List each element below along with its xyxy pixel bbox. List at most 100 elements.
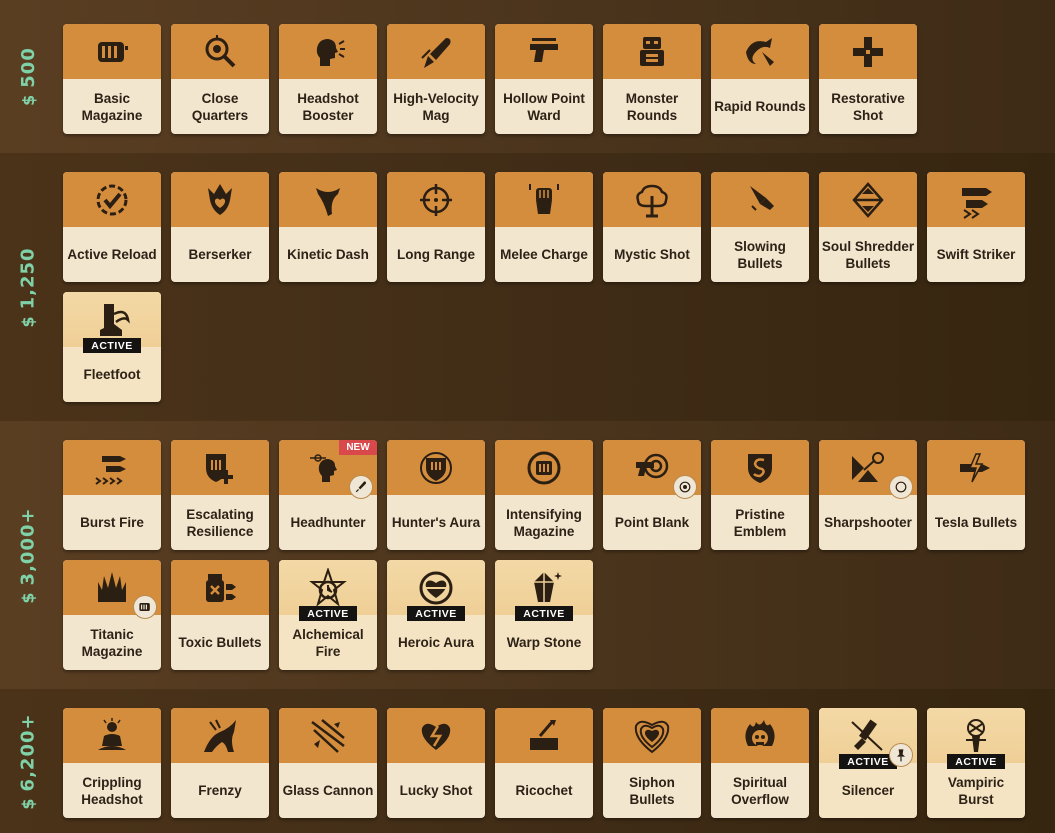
bullet-sub-icon [349, 475, 373, 499]
tier-price: 500 [17, 47, 39, 88]
tier-price-label: $1,250 [8, 153, 48, 421]
item-label: Ricochet [515, 783, 573, 798]
broken-heart-icon [387, 708, 485, 763]
item-label: Vampiric Burst [947, 774, 1005, 807]
shield-plus-icon [171, 440, 269, 495]
item-card-high-velocity-mag[interactable]: High-Velocity Mag [387, 24, 485, 134]
plus-cross-icon [819, 24, 917, 79]
item-card-frenzy[interactable]: Frenzy [171, 708, 269, 818]
item-card-long-range[interactable]: Long Range [387, 172, 485, 282]
item-label: Long Range [397, 247, 475, 262]
item-card-crippling-headshot[interactable]: Crippling Headshot [63, 708, 161, 818]
item-label: Toxic Bullets [178, 635, 262, 650]
item-card-close-quarters[interactable]: Close Quarters [171, 24, 269, 134]
tier-price-label: $6,200+ [8, 689, 48, 833]
item-label: Soul Shredder Bullets [821, 238, 915, 271]
item-label: Pristine Emblem [733, 506, 787, 539]
item-label: Melee Charge [500, 247, 588, 262]
item-label: Silencer [841, 783, 895, 798]
souls-icon: $ [18, 314, 38, 328]
item-card-headhunter[interactable]: NEW Headhunter [279, 440, 377, 550]
item-card-berserker[interactable]: Berserker [171, 172, 269, 282]
item-card-active-reload[interactable]: Active Reload [63, 172, 161, 282]
tier-price: 1,250 [17, 246, 39, 309]
item-card-swift-striker[interactable]: Swift Striker [927, 172, 1025, 282]
item-label: Basic Magazine [81, 90, 143, 123]
tier-price: 3,000+ [17, 506, 39, 585]
item-card-lucky-shot[interactable]: Lucky Shot [387, 708, 485, 818]
item-label: Burst Fire [80, 515, 144, 530]
item-label: Active Reload [67, 247, 157, 262]
active-badge: ACTIVE [299, 606, 357, 621]
active-badge: ACTIVE [947, 754, 1005, 769]
item-label: Mystic Shot [614, 247, 690, 262]
item-card-melee-charge[interactable]: Melee Charge [495, 172, 593, 282]
item-label: Sharpshooter [824, 515, 912, 530]
item-card-intensifying-magazine[interactable]: Intensifying Magazine [495, 440, 593, 550]
item-card-basic-magazine[interactable]: Basic Magazine [63, 24, 161, 134]
ricochet-icon [495, 708, 593, 763]
item-label: Headhunter [290, 515, 366, 530]
mag-cycle-icon [495, 440, 593, 495]
item-card-burst-fire[interactable]: Burst Fire [63, 440, 161, 550]
item-card-toxic-bullets[interactable]: Toxic Bullets [171, 560, 269, 670]
item-card-headshot-booster[interactable]: Headshot Booster [279, 24, 377, 134]
item-card-tesla-bullets[interactable]: Tesla Bullets [927, 440, 1025, 550]
item-card-titanic-magazine[interactable]: Titanic Magazine [63, 560, 161, 670]
item-card-mystic-shot[interactable]: Mystic Shot [603, 172, 701, 282]
item-label: Hollow Point Ward [503, 90, 585, 123]
item-card-ricochet[interactable]: Ricochet [495, 708, 593, 818]
diamond-arrows-icon [819, 172, 917, 227]
item-label: Close Quarters [191, 90, 249, 123]
burst-bullets-icon [63, 440, 161, 495]
item-label: Restorative Shot [831, 90, 905, 123]
tesla-bullet-icon [927, 440, 1025, 495]
item-card-heroic-aura[interactable]: ACTIVE Heroic Aura [387, 560, 485, 670]
magazine-icon [63, 24, 161, 79]
item-label: Spiritual Overflow [731, 774, 789, 807]
head-burst-icon [279, 24, 377, 79]
item-card-sharpshooter[interactable]: Sharpshooter [819, 440, 917, 550]
item-label: Point Blank [614, 515, 690, 530]
tier-price-label: $500 [8, 0, 48, 153]
item-card-glass-cannon[interactable]: Glass Cannon [279, 708, 377, 818]
item-card-silencer[interactable]: ACTIVE Silencer [819, 708, 917, 818]
pin-sub-icon [889, 743, 913, 767]
item-card-hollow-point-ward[interactable]: Hollow Point Ward [495, 24, 593, 134]
item-label: Monster Rounds [625, 90, 679, 123]
souls-icon: $ [18, 93, 38, 106]
item-card-siphon-bullets[interactable]: Siphon Bullets [603, 708, 701, 818]
item-card-spiritual-overflow[interactable]: Spiritual Overflow [711, 708, 809, 818]
item-card-fleetfoot[interactable]: ACTIVE Fleetfoot [63, 292, 161, 402]
item-label: Berserker [188, 247, 252, 262]
item-card-rapid-rounds[interactable]: Rapid Rounds [711, 24, 809, 134]
item-label: High-Velocity Mag [393, 90, 479, 123]
item-card-monster-rounds[interactable]: Monster Rounds [603, 24, 701, 134]
item-label: Siphon Bullets [629, 774, 675, 807]
magnifier-target-icon [171, 24, 269, 79]
snail-bullet-icon [711, 172, 809, 227]
item-label: Alchemical Fire [292, 626, 364, 659]
item-label: Frenzy [198, 783, 242, 798]
item-card-slowing-bullets[interactable]: Slowing Bullets [711, 172, 809, 282]
souls-icon: $ [18, 796, 38, 810]
item-card-restorative-shot[interactable]: Restorative Shot [819, 24, 917, 134]
item-label: Titanic Magazine [81, 626, 143, 659]
bullet-streak-icon [387, 24, 485, 79]
toxic-flask-icon [171, 560, 269, 615]
item-card-escalating-resilience[interactable]: Escalating Resilience [171, 440, 269, 550]
item-card-alchemical-fire[interactable]: ACTIVE Alchemical Fire [279, 560, 377, 670]
souls-icon: $ [18, 590, 38, 604]
item-card-hunter-s-aura[interactable]: Hunter's Aura [387, 440, 485, 550]
item-label: Crippling Headshot [81, 774, 143, 807]
item-card-warp-stone[interactable]: ACTIVE Warp Stone [495, 560, 593, 670]
item-card-kinetic-dash[interactable]: Kinetic Dash [279, 172, 377, 282]
item-card-vampiric-burst[interactable]: ACTIVE Vampiric Burst [927, 708, 1025, 818]
swirl-bullet-icon [711, 24, 809, 79]
item-label: Tesla Bullets [934, 515, 1018, 530]
item-card-point-blank[interactable]: Point Blank [603, 440, 701, 550]
pistol-icon [495, 24, 593, 79]
item-card-pristine-emblem[interactable]: Pristine Emblem [711, 440, 809, 550]
item-label: Glass Cannon [282, 783, 374, 798]
item-card-soul-shredder-bullets[interactable]: Soul Shredder Bullets [819, 172, 917, 282]
